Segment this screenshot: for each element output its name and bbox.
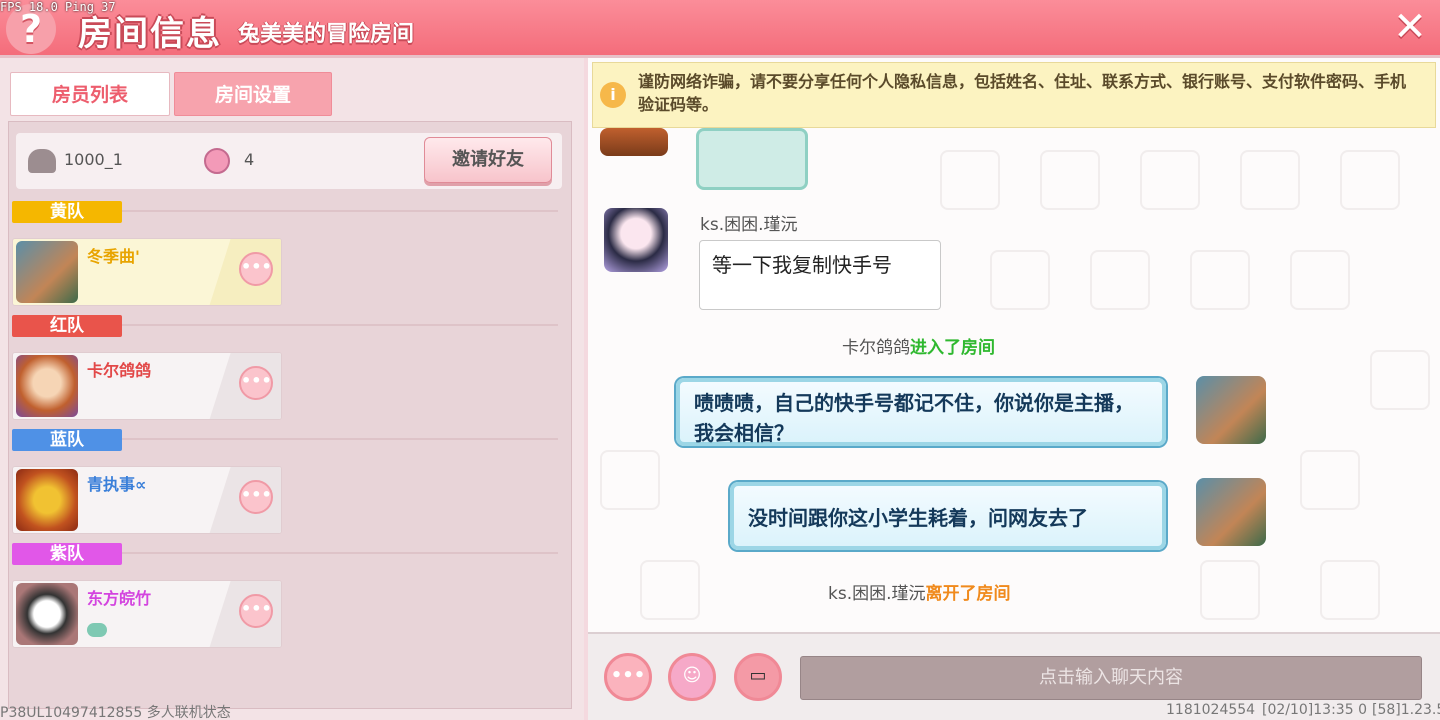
avatar	[1196, 478, 1266, 546]
player-card[interactable]: 青执事∝ •••	[12, 466, 282, 534]
avatar	[16, 355, 78, 417]
debug-status: P38UL10497412855 多人联机状态	[0, 705, 231, 720]
system-message-leave: ks.困困.瑾沅离开了房间	[828, 579, 1011, 604]
avatar	[16, 241, 78, 303]
divider	[122, 552, 558, 554]
avatar	[604, 208, 668, 272]
more-options-button[interactable]: •••	[239, 480, 273, 514]
background-pattern	[1290, 250, 1350, 310]
more-options-button[interactable]: •••	[604, 653, 652, 701]
user-id: 1181024554	[1166, 702, 1256, 718]
cloud-icon	[87, 623, 107, 637]
player-name: 东方皖竹	[87, 589, 152, 608]
background-pattern	[1200, 560, 1260, 620]
room-icon	[28, 149, 56, 173]
background-pattern	[1090, 250, 1150, 310]
info-icon: i	[600, 82, 626, 108]
system-action-text: 离开了房间	[925, 584, 1011, 604]
background-pattern	[1370, 350, 1430, 410]
background-pattern	[940, 150, 1000, 210]
version: [58]1.23.5	[1372, 702, 1440, 718]
divider	[122, 324, 558, 326]
background-pattern	[640, 560, 700, 620]
fps-readout: FPS 18.0 Ping 37	[0, 0, 116, 14]
background-pattern	[990, 250, 1050, 310]
system-user-name: 卡尔鸽鸽	[842, 338, 910, 358]
player-name: 青执事∝	[87, 475, 147, 494]
member-count-icon	[204, 148, 230, 174]
avatar	[16, 583, 78, 645]
player-name: 卡尔鸽鸽	[87, 361, 152, 380]
more-options-button[interactable]: •••	[239, 366, 273, 400]
sender-name: ks.困困.瑾沅	[700, 215, 798, 235]
divider	[122, 438, 558, 440]
avatar	[16, 469, 78, 531]
tab-room-settings[interactable]: 房间设置	[174, 72, 332, 116]
background-pattern	[1240, 150, 1300, 210]
background-pattern	[1320, 560, 1380, 620]
system-action-text: 进入了房间	[910, 338, 995, 358]
invite-friends-button[interactable]: 邀请好友	[424, 137, 552, 183]
divider	[122, 210, 558, 212]
player-card[interactable]: 冬季曲' •••	[12, 238, 282, 306]
emoji-button[interactable]: ☺	[668, 653, 716, 701]
warning-text: 谨防网络诈骗，请不要分享任何个人隐私信息，包括姓名、住址、联系方式、银行账号、支…	[638, 72, 1407, 114]
team-label-yellow: 黄队	[12, 201, 122, 223]
room-name: 兔美美的冒险房间	[238, 22, 415, 47]
player-name: 冬季曲'	[87, 247, 140, 266]
team-label-red: 红队	[12, 315, 122, 337]
close-icon[interactable]: ✕	[1386, 4, 1434, 50]
background-pattern	[1140, 150, 1200, 210]
member-count: 4	[244, 150, 255, 169]
avatar	[600, 128, 668, 156]
player-card[interactable]: 卡尔鸽鸽 •••	[12, 352, 282, 420]
background-pattern	[1300, 450, 1360, 510]
background-pattern	[1190, 250, 1250, 310]
chat-bubble-self: 啧啧啧，自己的快手号都记不住，你说你是主播，我会相信？	[676, 378, 1166, 446]
room-id: 1000_1	[64, 150, 123, 169]
sticker-image	[696, 128, 808, 190]
timestamp: [02/10]13:35 0	[1262, 702, 1367, 718]
chat-bubble: 等一下我复制快手号	[699, 240, 941, 310]
background-pattern	[1340, 150, 1400, 210]
system-user-name: ks.困困.瑾沅	[828, 584, 926, 604]
team-label-blue: 蓝队	[12, 429, 122, 451]
more-options-button[interactable]: •••	[239, 252, 273, 286]
tab-member-list[interactable]: 房员列表	[10, 72, 170, 116]
avatar	[1196, 376, 1266, 444]
system-message-join: 卡尔鸽鸽进入了房间	[842, 333, 995, 358]
background-pattern	[1040, 150, 1100, 210]
player-card[interactable]: 东方皖竹 •••	[12, 580, 282, 648]
background-pattern	[600, 450, 660, 510]
team-label-purple: 紫队	[12, 543, 122, 565]
more-options-button[interactable]: •••	[239, 594, 273, 628]
chat-input[interactable]: 点击输入聊天内容	[800, 656, 1422, 700]
card-button[interactable]: ▭	[734, 653, 782, 701]
chat-bubble-self: 没时间跟你这小学生耗着，问网友去了	[730, 482, 1166, 550]
